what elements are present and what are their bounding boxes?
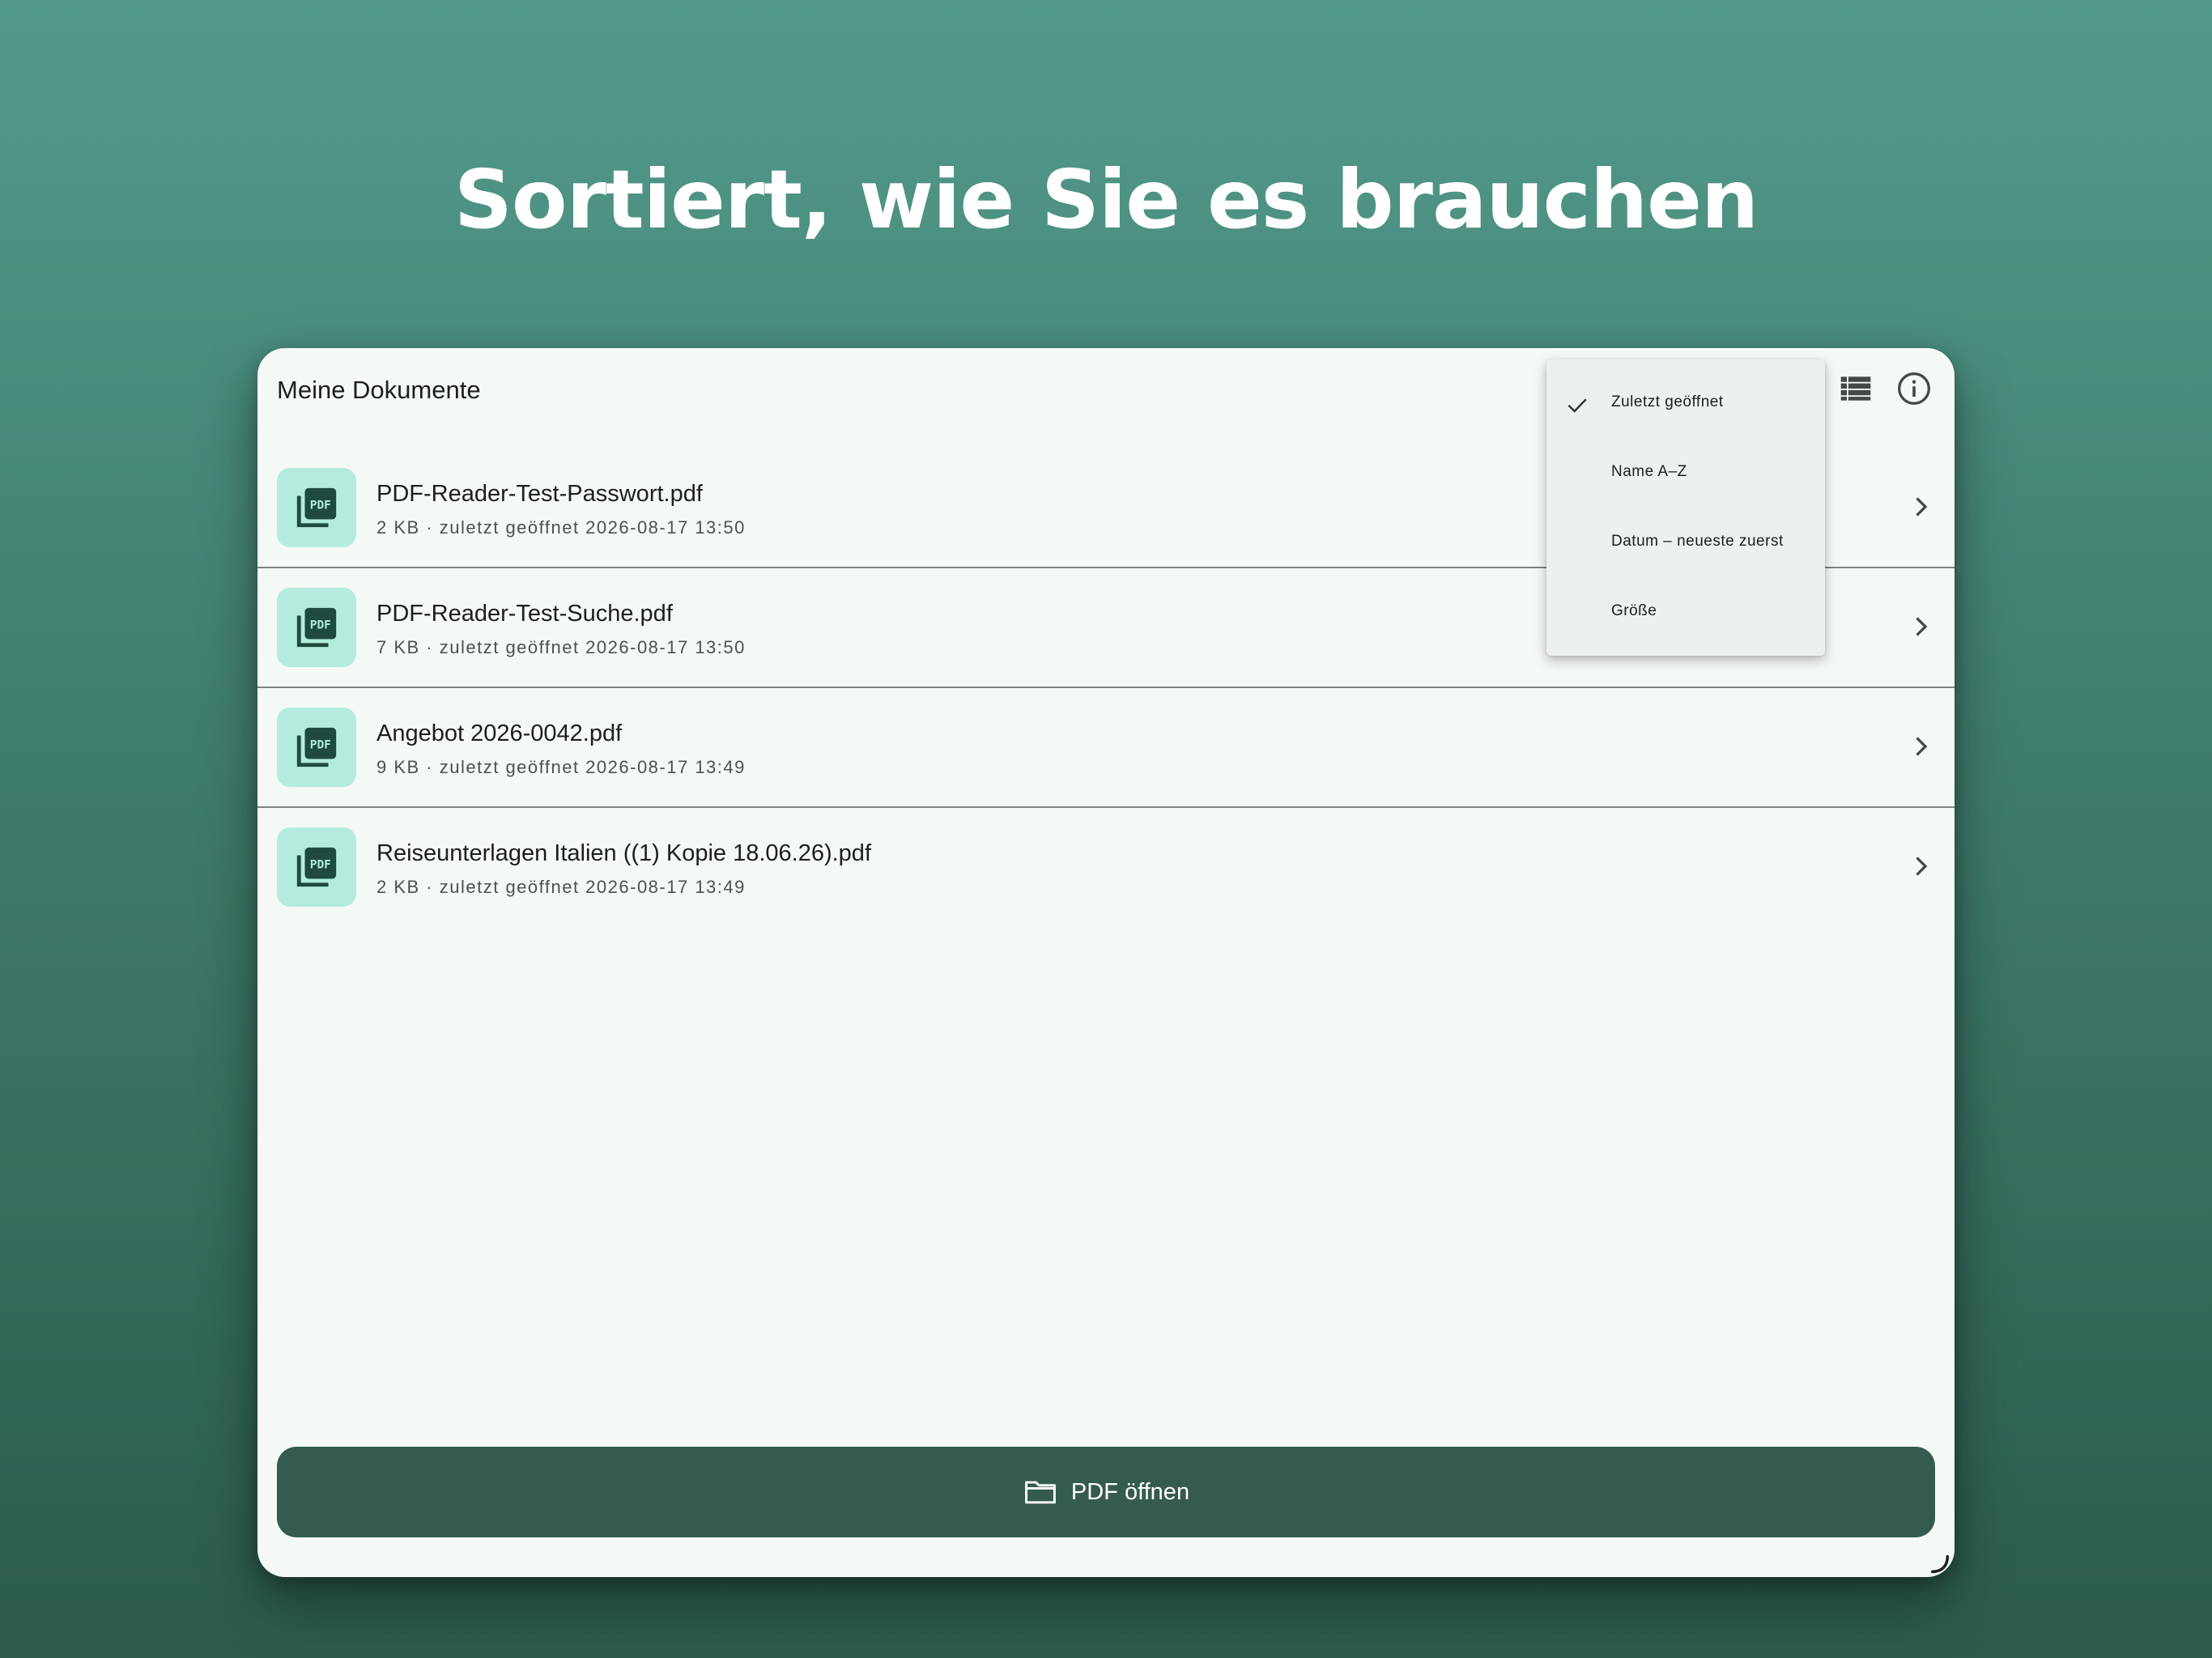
- document-name: Angebot 2026-0042.pdf: [376, 721, 623, 746]
- sort-menu: Zuletzt geöffnet Name A–Z Datum – neuest…: [1546, 359, 1825, 656]
- document-name: PDF-Reader-Test-Passwort.pdf: [376, 481, 703, 507]
- open-pdf-button[interactable]: PDF öffnen: [277, 1447, 1935, 1537]
- document-row[interactable]: PDF Angebot 2026-0042.pdf 9 KB · zuletzt…: [257, 688, 1955, 808]
- document-meta: 2 KB · zuletzt geöffnet 2026-08-17 13:50: [376, 517, 746, 538]
- document-row[interactable]: PDF Reiseunterlagen Italien ((1) Kopie 1…: [257, 808, 1955, 928]
- sort-option-recently-opened[interactable]: Zuletzt geöffnet: [1546, 369, 1825, 439]
- pdf-thumb-text: PDF: [310, 499, 331, 512]
- pdf-thumb-text: PDF: [310, 619, 331, 631]
- sort-option-label: Datum – neueste zuerst: [1611, 533, 1784, 550]
- sort-option-size[interactable]: Größe: [1546, 578, 1825, 648]
- pdf-thumb-text: PDF: [310, 858, 331, 871]
- chevron-right-icon: [1916, 737, 1928, 756]
- chevron-right-icon: [1916, 857, 1928, 876]
- sort-option-date[interactable]: Datum – neueste zuerst: [1546, 508, 1825, 578]
- document-name: Reiseunterlagen Italien ((1) Kopie 18.06…: [376, 840, 871, 866]
- open-pdf-button-content: PDF öffnen: [277, 1447, 1935, 1537]
- document-thumbnail: PDF: [277, 827, 356, 907]
- document-thumbnail: PDF: [277, 468, 356, 547]
- check-icon: [1568, 398, 1587, 413]
- pdf-stack-icon: PDF: [296, 487, 337, 528]
- pdf-thumb-text: PDF: [310, 738, 331, 751]
- document-meta: 2 KB · zuletzt geöffnet 2026-08-17 13:49: [376, 877, 746, 897]
- chevron-right-icon: [1916, 497, 1928, 517]
- document-thumbnail: PDF: [277, 708, 356, 787]
- open-pdf-button-label: PDF öffnen: [1070, 1478, 1190, 1505]
- app-title: Meine Dokumente: [277, 376, 481, 404]
- pdf-stack-icon: PDF: [296, 607, 337, 648]
- resize-handle-icon[interactable]: [1929, 1553, 1951, 1575]
- document-thumbnail: PDF: [277, 588, 356, 667]
- sort-option-label: Name A–Z: [1611, 463, 1687, 480]
- folder-icon: [1025, 1481, 1056, 1504]
- chevron-right-icon: [1916, 617, 1928, 636]
- view-list-icon[interactable]: [1838, 371, 1874, 406]
- document-meta: 7 KB · zuletzt geöffnet 2026-08-17 13:50: [376, 637, 746, 657]
- document-name: PDF-Reader-Test-Suche.pdf: [376, 601, 673, 627]
- app-window: Meine Dokumente PDF PDF-Reader-Test-Pass…: [257, 348, 1955, 1577]
- sort-option-label: Zuletzt geöffnet: [1611, 393, 1724, 410]
- sort-option-name[interactable]: Name A–Z: [1546, 439, 1825, 508]
- pdf-stack-icon: PDF: [296, 847, 337, 887]
- pdf-stack-icon: PDF: [296, 727, 337, 767]
- document-meta: 9 KB · zuletzt geöffnet 2026-08-17 13:49: [376, 757, 746, 777]
- info-circle-icon[interactable]: [1896, 371, 1932, 406]
- sort-option-label: Größe: [1611, 602, 1657, 619]
- headline: Sortiert, wie Sie es brauchen: [453, 152, 1759, 247]
